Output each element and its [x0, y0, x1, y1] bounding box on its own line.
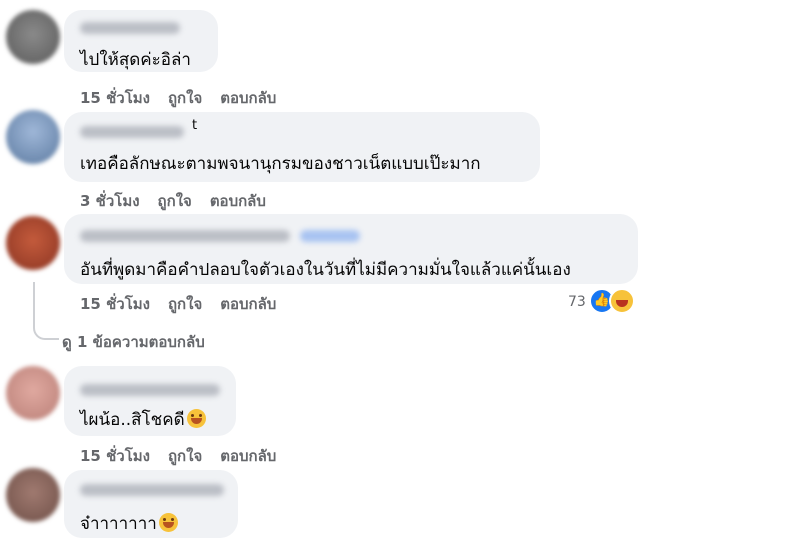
reply-button[interactable]: ตอบกลับ	[220, 447, 276, 465]
like-button[interactable]: ถูกใจ	[168, 295, 202, 313]
comment-actions: 3 ชั่วโมง ถูกใจ ตอบกลับ	[80, 189, 284, 213]
comment-bubble: อันที่พูดมาคือคำปลอบใจตัวเองในวันที่ไม่ม…	[64, 214, 638, 284]
comment-actions: 15 ชั่วโมง ถูกใจ ตอบกลับ	[80, 444, 294, 468]
commenter-name[interactable]	[80, 22, 180, 34]
reply-button[interactable]: ตอบกลับ	[220, 295, 276, 313]
like-button[interactable]: ถูกใจ	[168, 89, 202, 107]
comment-text: ไผน้อ..สิโชคดี	[80, 406, 206, 433]
comment-text: อันที่พูดมาคือคำปลอบใจตัวเองในวันที่ไม่ม…	[80, 260, 571, 280]
like-button[interactable]: ถูกใจ	[158, 192, 192, 210]
reply-button[interactable]: ตอบกลับ	[220, 89, 276, 107]
comment-time: 15 ชั่วโมง	[80, 295, 150, 313]
comment-text-label: จ๋าาาาาาา	[80, 514, 157, 534]
comment-text: ไปให้สุดค่ะอิล่า	[80, 50, 191, 70]
avatar[interactable]	[6, 216, 60, 270]
comment-bubble: จ๋าาาาาาา	[64, 470, 238, 538]
commenter-name[interactable]	[80, 484, 224, 496]
commenter-name[interactable]	[80, 384, 220, 396]
like-button[interactable]: ถูกใจ	[168, 447, 202, 465]
comment-bubble: ไปให้สุดค่ะอิล่า	[64, 10, 218, 72]
comment-time: 3 ชั่วโมง	[80, 192, 140, 210]
comment-time: 15 ชั่วโมง	[80, 89, 150, 107]
avatar[interactable]	[6, 468, 60, 522]
comment-actions: 15 ชั่วโมง ถูกใจ ตอบกลับ	[80, 86, 294, 110]
haha-reaction-icon[interactable]	[609, 288, 635, 314]
reply-button[interactable]: ตอบกลับ	[210, 192, 266, 210]
grinning-emoji-icon	[158, 513, 178, 532]
avatar[interactable]	[6, 10, 60, 64]
reaction-count[interactable]: 73	[568, 294, 586, 310]
commenter-name-fragment: t	[192, 118, 198, 133]
comment-text: เทอคือลักษณะตามพจนานุกรมของชาวเน็ตแบบเป๊…	[80, 154, 481, 174]
avatar[interactable]	[6, 366, 60, 420]
commenter-name[interactable]	[80, 126, 184, 138]
commenter-name[interactable]	[80, 230, 290, 242]
comment-actions: 15 ชั่วโมง ถูกใจ ตอบกลับ	[80, 292, 294, 316]
avatar[interactable]	[6, 110, 60, 164]
comment-time: 15 ชั่วโมง	[80, 447, 150, 465]
commenter-name[interactable]	[300, 230, 360, 242]
comment-text-label: ไผน้อ..สิโชคดี	[80, 410, 185, 430]
comment-text: จ๋าาาาาาา	[80, 510, 178, 537]
view-replies-link[interactable]: ดู 1 ข้อความตอบกลับ	[62, 330, 205, 354]
comment-bubble: ไผน้อ..สิโชคดี	[64, 366, 236, 436]
thread-connector	[33, 282, 59, 340]
comment-bubble: t เทอคือลักษณะตามพจนานุกรมของชาวเน็ตแบบเ…	[64, 112, 540, 182]
grinning-emoji-icon	[186, 409, 206, 428]
